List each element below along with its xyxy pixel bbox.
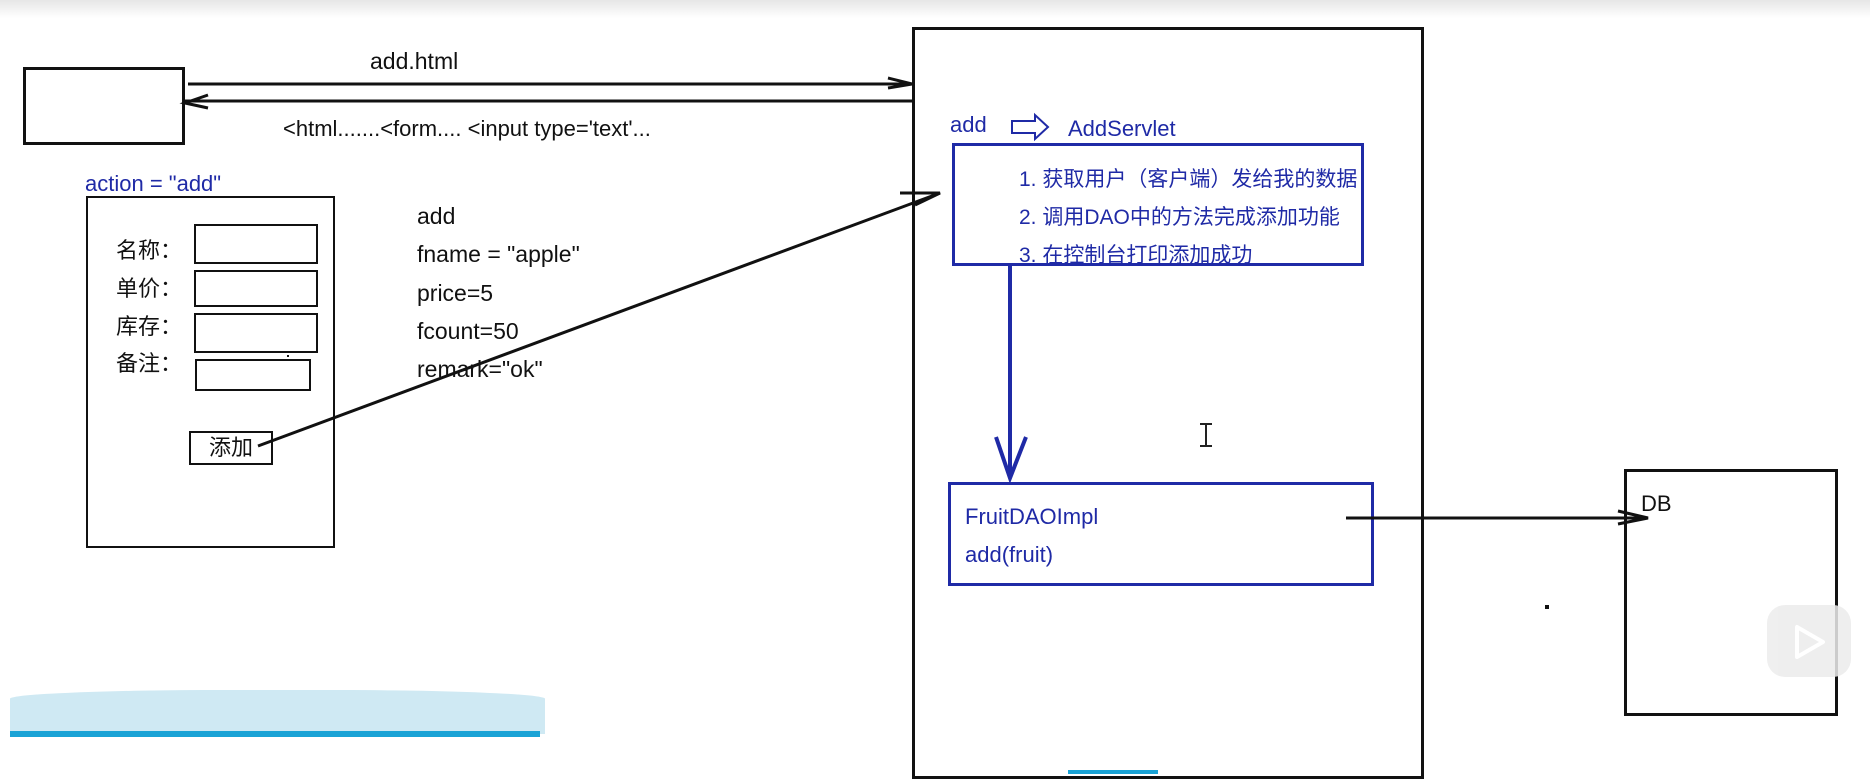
play-button[interactable] bbox=[1767, 605, 1851, 677]
text-cursor-icon bbox=[1200, 423, 1212, 447]
mapping-arrow-icon bbox=[1011, 112, 1050, 142]
connector-lines bbox=[179, 76, 1649, 609]
stray-dot bbox=[1545, 605, 1549, 609]
seek-indicator bbox=[1068, 770, 1158, 774]
stray-dot bbox=[287, 355, 289, 357]
audio-waveform bbox=[10, 690, 545, 734]
submit-arrow bbox=[257, 191, 941, 448]
diagram-canvas: add.html <html.......<form.... <input ty… bbox=[0, 0, 1870, 779]
progress-bar[interactable] bbox=[10, 731, 540, 737]
play-icon bbox=[1795, 625, 1825, 659]
